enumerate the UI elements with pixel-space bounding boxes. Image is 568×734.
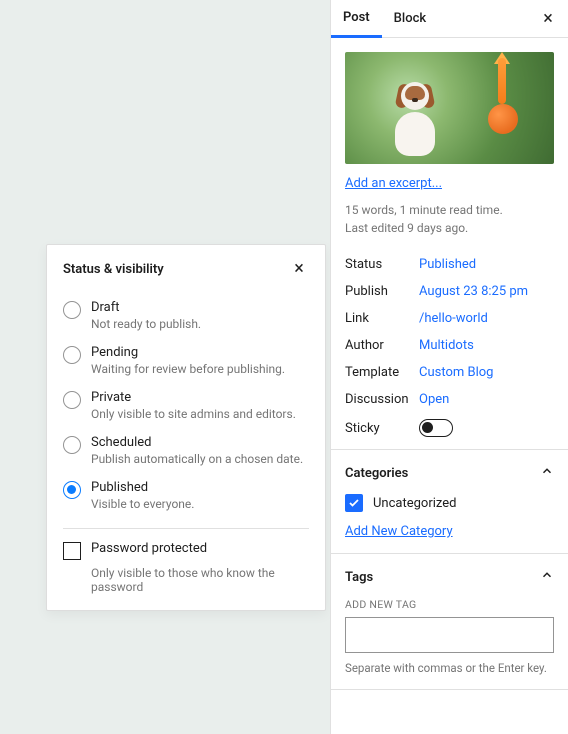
option-desc: Only visible to site admins and editors. — [91, 407, 296, 421]
close-icon[interactable]: × — [289, 259, 309, 279]
tab-post[interactable]: Post — [331, 1, 382, 38]
sticky-toggle[interactable] — [419, 419, 453, 437]
option-label: Draft — [91, 300, 201, 315]
checkbox-icon — [63, 542, 81, 560]
status-options: Draft Not ready to publish. Pending Wait… — [63, 293, 309, 518]
detail-label: Status — [345, 257, 419, 272]
password-label: Password protected — [91, 541, 207, 556]
status-option-draft[interactable]: Draft Not ready to publish. — [63, 293, 309, 338]
meta-lastedited: Last edited 9 days ago. — [345, 219, 554, 237]
radio-icon — [63, 436, 81, 454]
panel-title: Categories — [345, 466, 408, 481]
status-option-pending[interactable]: Pending Waiting for review before publis… — [63, 338, 309, 383]
option-label: Scheduled — [91, 435, 303, 450]
option-label: Published — [91, 480, 194, 495]
meta-words: 15 words, 1 minute read time. — [345, 201, 554, 219]
radio-icon — [63, 346, 81, 364]
tag-input[interactable] — [345, 617, 554, 653]
post-meta: 15 words, 1 minute read time. Last edite… — [345, 201, 554, 237]
ball-icon — [488, 104, 518, 134]
categories-panel: Categories Uncategorized Add New Categor… — [331, 450, 568, 554]
status-row: Status Published — [345, 251, 554, 278]
categories-header[interactable]: Categories — [345, 464, 554, 482]
chevron-up-icon — [540, 464, 554, 482]
status-option-scheduled[interactable]: Scheduled Publish automatically on a cho… — [63, 428, 309, 473]
tag-input-label: ADD NEW TAG — [345, 598, 554, 611]
status-option-private[interactable]: Private Only visible to site admins and … — [63, 383, 309, 428]
radio-icon — [63, 391, 81, 409]
detail-label: Discussion — [345, 392, 419, 407]
template-value[interactable]: Custom Blog — [419, 365, 493, 380]
radio-icon — [63, 301, 81, 319]
category-item-uncategorized[interactable]: Uncategorized — [345, 494, 554, 512]
option-label: Pending — [91, 345, 285, 360]
link-row: Link /hello-world — [345, 305, 554, 332]
detail-label: Template — [345, 365, 419, 380]
detail-label: Sticky — [345, 421, 419, 436]
link-value[interactable]: /hello-world — [419, 311, 488, 326]
password-desc: Only visible to those who know the passw… — [91, 566, 309, 594]
tags-header[interactable]: Tags — [345, 568, 554, 586]
publish-row: Publish August 23 8:25 pm — [345, 278, 554, 305]
discussion-row: Discussion Open — [345, 386, 554, 413]
author-row: Author Multidots — [345, 332, 554, 359]
add-excerpt-link[interactable]: Add an excerpt... — [345, 176, 442, 191]
modal-header: Status & visibility × — [63, 259, 309, 279]
summary-panel: Add an excerpt... 15 words, 1 minute rea… — [331, 38, 568, 450]
status-visibility-modal: Status & visibility × Draft Not ready to… — [46, 244, 326, 611]
divider — [63, 528, 309, 529]
sticky-row: Sticky — [345, 413, 554, 443]
close-icon[interactable]: × — [536, 7, 560, 31]
publish-value[interactable]: August 23 8:25 pm — [419, 284, 528, 299]
status-value[interactable]: Published — [419, 257, 476, 272]
option-desc: Visible to everyone. — [91, 497, 194, 511]
detail-label: Publish — [345, 284, 419, 299]
add-category-link[interactable]: Add New Category — [345, 524, 453, 539]
option-desc: Not ready to publish. — [91, 317, 201, 331]
tags-panel: Tags ADD NEW TAG Separate with commas or… — [331, 554, 568, 690]
category-label: Uncategorized — [373, 496, 456, 511]
option-desc: Waiting for review before publishing. — [91, 362, 285, 376]
checkbox-checked-icon — [345, 494, 363, 512]
sidebar-tabs: Post Block × — [331, 0, 568, 38]
detail-label: Link — [345, 311, 419, 326]
modal-title: Status & visibility — [63, 262, 164, 277]
dog-illustration — [383, 76, 447, 156]
detail-label: Author — [345, 338, 419, 353]
template-row: Template Custom Blog — [345, 359, 554, 386]
option-label: Private — [91, 390, 296, 405]
panel-title: Tags — [345, 570, 373, 585]
toy-stem — [498, 58, 506, 104]
featured-image[interactable] — [345, 52, 554, 164]
radio-icon — [63, 481, 81, 499]
tag-help-text: Separate with commas or the Enter key. — [345, 661, 554, 675]
password-protected-checkbox[interactable]: Password protected — [63, 541, 309, 560]
tab-block[interactable]: Block — [382, 0, 438, 37]
author-value[interactable]: Multidots — [419, 338, 474, 353]
status-option-published[interactable]: Published Visible to everyone. — [63, 473, 309, 518]
discussion-value[interactable]: Open — [419, 392, 449, 407]
option-desc: Publish automatically on a chosen date. — [91, 452, 303, 466]
chevron-up-icon — [540, 568, 554, 586]
inspector-sidebar: Post Block × Add an excerpt... 15 words,… — [330, 0, 568, 734]
